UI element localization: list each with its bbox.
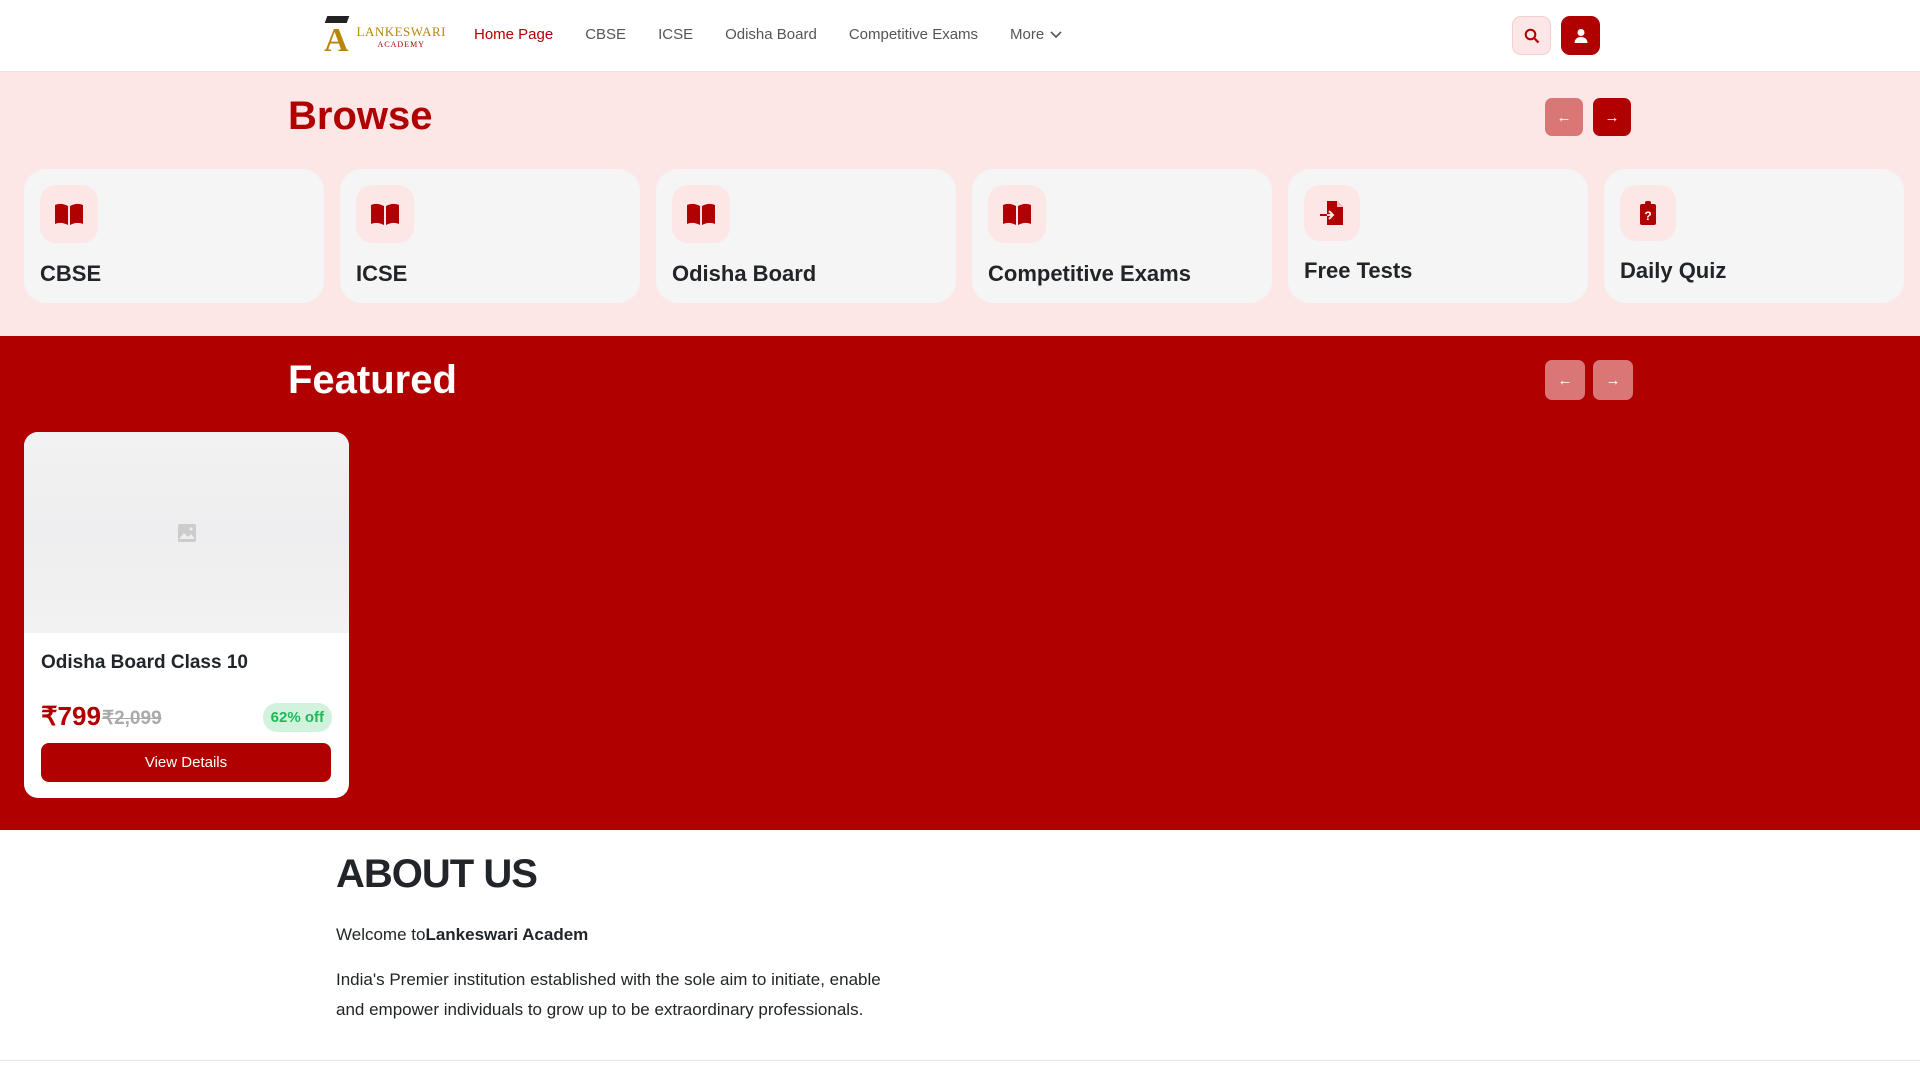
- nav-competitive-exams[interactable]: Competitive Exams: [849, 26, 978, 43]
- brand-name: Lankeswari Academ: [425, 925, 589, 944]
- browse-prev-button[interactable]: ←: [1545, 98, 1583, 136]
- browse-card-label: ICSE: [356, 261, 408, 286]
- user-button[interactable]: [1561, 16, 1600, 55]
- nav-odisha-board[interactable]: Odisha Board: [725, 26, 817, 43]
- image-icon: [177, 523, 196, 542]
- svg-text:?: ?: [1644, 209, 1651, 223]
- featured-next-button[interactable]: →: [1593, 360, 1633, 400]
- welcome-text: Welcome to: [336, 925, 426, 944]
- browse-card-label: Free Tests: [1304, 258, 1413, 283]
- nav-cbse[interactable]: CBSE: [585, 26, 626, 43]
- nav-icse[interactable]: ICSE: [658, 26, 693, 43]
- divider: [0, 1060, 1920, 1061]
- course-card[interactable]: Odisha Board Class 10 ₹799 ₹2,099 62% of…: [24, 432, 349, 798]
- browse-section: Browse ← → CBSE ICSE Odisha Board Compet…: [0, 72, 1920, 336]
- browse-card-odisha-board[interactable]: Odisha Board: [656, 169, 956, 303]
- book-open-icon: [371, 203, 399, 225]
- logo[interactable]: A LANKESWARI ACADEMY: [320, 15, 446, 59]
- course-price: ₹799: [41, 701, 101, 731]
- logo-text: LANKESWARI: [356, 23, 446, 39]
- about-welcome: Welcome toLankeswari Academ: [336, 925, 896, 945]
- nav-more-label: More: [1010, 26, 1045, 43]
- discount-badge: 62% off: [262, 703, 332, 732]
- book-open-icon: [55, 203, 83, 225]
- about-section: ABOUT US Welcome toLankeswari Academ Ind…: [336, 852, 896, 1025]
- browse-next-button[interactable]: →: [1593, 98, 1631, 136]
- search-icon: [1524, 28, 1539, 43]
- user-icon: [1574, 28, 1587, 43]
- browse-card-cbse[interactable]: CBSE: [24, 169, 324, 303]
- browse-card-label: Odisha Board: [672, 261, 817, 286]
- logo-subtext: ACADEMY: [377, 39, 425, 49]
- browse-card-free-tests[interactable]: Free Tests: [1288, 169, 1588, 303]
- course-original-price: ₹2,099: [102, 708, 162, 729]
- nav-home[interactable]: Home Page: [474, 26, 553, 43]
- browse-card-label: Competitive Exams: [988, 261, 1191, 286]
- book-open-icon: [1003, 203, 1031, 225]
- clipboard-question-icon: ?: [1640, 201, 1656, 225]
- featured-prev-button[interactable]: ←: [1545, 360, 1585, 400]
- main-menu: Home Page CBSE ICSE Odisha Board Competi…: [474, 26, 1062, 43]
- browse-title: Browse: [288, 94, 433, 138]
- browse-card-label: CBSE: [40, 261, 102, 286]
- featured-title: Featured: [288, 358, 457, 402]
- browse-card-daily-quiz[interactable]: ? Daily Quiz: [1604, 169, 1904, 303]
- search-button[interactable]: [1512, 16, 1551, 55]
- file-import-icon: [1320, 201, 1343, 225]
- about-description: India's Premier institution established …: [336, 970, 881, 1019]
- about-title: ABOUT US: [336, 852, 538, 896]
- browse-card-label: Daily Quiz: [1620, 258, 1727, 283]
- browse-card-competitive-exams[interactable]: Competitive Exams: [972, 169, 1272, 303]
- chevron-down-icon: [1050, 30, 1062, 38]
- book-open-icon: [687, 203, 715, 225]
- logo-mark: A: [320, 16, 355, 59]
- browse-card-icse[interactable]: ICSE: [340, 169, 640, 303]
- view-details-button[interactable]: View Details: [41, 743, 331, 782]
- course-title: Odisha Board Class 10: [41, 652, 248, 673]
- featured-section: Featured ← → Odisha Board Class 10 ₹799 …: [0, 336, 1920, 830]
- top-navbar: A LANKESWARI ACADEMY Home Page CBSE ICSE …: [0, 0, 1920, 72]
- course-image-placeholder: [24, 432, 349, 633]
- nav-more[interactable]: More: [1010, 26, 1062, 43]
